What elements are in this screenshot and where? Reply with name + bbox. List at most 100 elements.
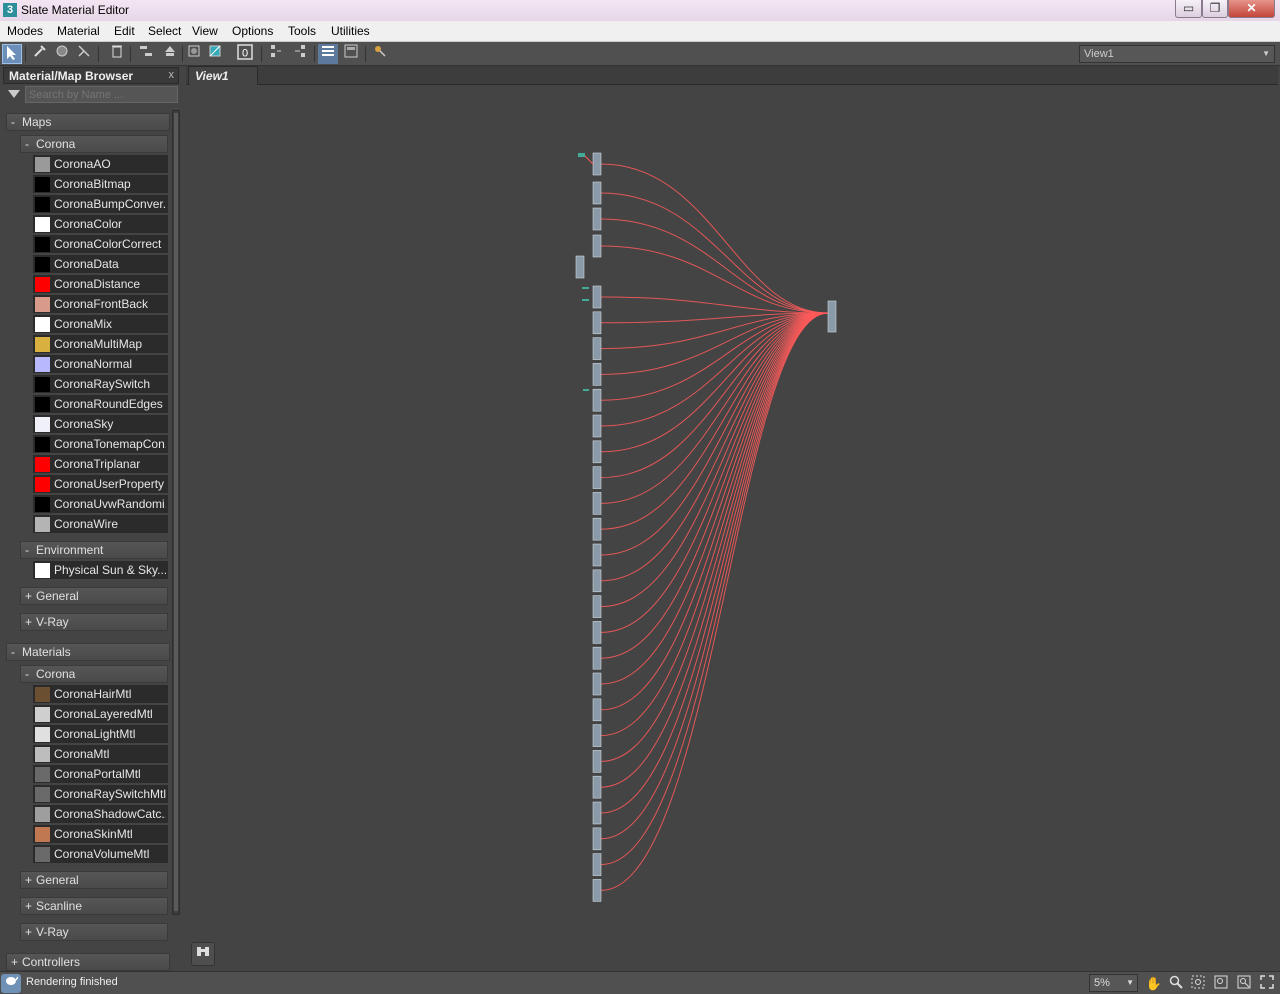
map-node[interactable]	[592, 672, 602, 696]
list-item[interactable]: CoronaLayeredMtl	[33, 705, 168, 724]
list-item[interactable]: CoronaRaySwitch	[33, 375, 168, 394]
connection-wire[interactable]	[600, 218, 829, 314]
menu-edit[interactable]: Edit	[114, 24, 135, 38]
list-item[interactable]: CoronaTriplanar	[33, 455, 168, 474]
layout-all-icon[interactable]	[266, 44, 286, 64]
map-node[interactable]	[592, 775, 602, 799]
map-node[interactable]	[592, 827, 602, 851]
map-node[interactable]	[592, 750, 602, 773]
map-node[interactable]	[578, 153, 585, 157]
connection-wire[interactable]	[600, 163, 829, 314]
connection-wire[interactable]	[600, 312, 829, 556]
list-item[interactable]: CoronaHairMtl	[33, 685, 168, 704]
move-children-icon[interactable]	[136, 44, 156, 64]
list-item[interactable]: CoronaShadowCatc...	[33, 805, 168, 824]
menu-select[interactable]: Select	[148, 24, 181, 38]
select-by-material-icon[interactable]	[370, 44, 390, 64]
list-item[interactable]: CoronaSky	[33, 415, 168, 434]
list-item[interactable]: CoronaData	[33, 255, 168, 274]
connection-wire[interactable]	[600, 192, 829, 314]
map-node[interactable]	[592, 621, 602, 644]
layout-children-icon[interactable]	[290, 44, 310, 64]
view-selector-dropdown[interactable]: View1 ▼	[1079, 45, 1275, 63]
map-node[interactable]	[592, 698, 602, 722]
connection-wire[interactable]	[600, 312, 829, 814]
parameter-editor-toggle-icon[interactable]	[341, 44, 361, 64]
eyedropper-icon[interactable]	[30, 44, 50, 64]
zoom-dropdown[interactable]: 5% ▼	[1089, 974, 1138, 992]
connection-wire[interactable]	[600, 312, 829, 633]
tab-view1[interactable]: View1	[188, 66, 258, 85]
category-maps-corona[interactable]: - Corona	[20, 135, 168, 153]
map-node[interactable]	[592, 207, 602, 231]
delete-icon[interactable]	[107, 44, 127, 64]
maximize-button[interactable]: ❐	[1202, 0, 1228, 18]
category-materials-corona-toggle[interactable]: -	[25, 666, 29, 682]
zoom-region-icon[interactable]	[1189, 975, 1207, 993]
assign-material-icon[interactable]	[74, 44, 94, 64]
search-by-name-input[interactable]	[25, 86, 178, 103]
map-node[interactable]	[592, 440, 602, 464]
browser-options-dropdown-icon[interactable]	[8, 90, 20, 98]
map-node[interactable]	[592, 879, 602, 902]
map-node[interactable]	[592, 595, 602, 618]
map-node[interactable]	[592, 543, 602, 567]
list-item[interactable]: CoronaTonemapCon...	[33, 435, 168, 454]
list-item[interactable]: CoronaBitmap	[33, 175, 168, 194]
list-item[interactable]: CoronaSkinMtl	[33, 825, 168, 844]
map-node[interactable]	[592, 285, 602, 309]
list-item[interactable]: CoronaMix	[33, 315, 168, 334]
list-item[interactable]: CoronaPortalMtl	[33, 765, 168, 784]
category-controllers-toggle[interactable]: +	[11, 954, 18, 970]
list-item[interactable]: CoronaUserProperty	[33, 475, 168, 494]
maximize-view-icon[interactable]	[1258, 975, 1276, 993]
category-maps-corona-toggle[interactable]: -	[25, 136, 29, 152]
category-environment-toggle[interactable]: -	[25, 542, 29, 558]
category-materials-toggle[interactable]: -	[11, 644, 15, 660]
browser-scrollbar[interactable]	[172, 110, 180, 915]
browser-close-icon[interactable]: x	[169, 69, 175, 81]
map-node[interactable]	[592, 337, 602, 360]
scrollbar-thumb[interactable]	[174, 113, 178, 911]
menu-material[interactable]: Material	[57, 24, 100, 38]
menu-utilities[interactable]: Utilities	[331, 24, 370, 38]
map-node[interactable]	[592, 724, 602, 747]
connection-wire[interactable]	[600, 312, 829, 659]
category-maps-toggle[interactable]: -	[11, 114, 15, 130]
category-materials-scanline[interactable]: + Scanline	[20, 897, 168, 915]
list-item[interactable]: CoronaRoundEdges	[33, 395, 168, 414]
menu-modes[interactable]: Modes	[7, 24, 43, 38]
connection-wire[interactable]	[600, 312, 829, 866]
map-node[interactable]	[592, 234, 602, 258]
material-node[interactable]	[827, 300, 837, 333]
list-item[interactable]: CoronaUvwRandomi...	[33, 495, 168, 514]
map-node[interactable]	[592, 492, 602, 515]
connection-wire[interactable]	[600, 245, 829, 314]
category-maps[interactable]: - Maps	[6, 113, 170, 131]
show-background-icon[interactable]	[205, 44, 225, 64]
map-node[interactable]	[592, 466, 602, 489]
map-node[interactable]	[592, 414, 602, 438]
category-maps-vray-toggle[interactable]: +	[25, 614, 32, 630]
map-node[interactable]	[592, 311, 602, 335]
category-maps-vray[interactable]: + V-Ray	[20, 613, 168, 631]
minimize-button[interactable]: ▭	[1175, 0, 1202, 18]
menu-tools[interactable]: Tools	[288, 24, 316, 38]
category-materials-vray[interactable]: + V-Ray	[20, 923, 168, 941]
zoom-extents-icon[interactable]	[1212, 975, 1230, 993]
connection-wire[interactable]	[600, 312, 829, 608]
map-node[interactable]	[592, 388, 602, 412]
list-item[interactable]: CoronaDistance	[33, 275, 168, 294]
menu-options[interactable]: Options	[232, 24, 273, 38]
list-item[interactable]: CoronaNormal	[33, 355, 168, 374]
list-item[interactable]: CoronaWire	[33, 515, 168, 534]
connection-wire[interactable]	[584, 155, 594, 165]
select-tool-icon[interactable]	[2, 44, 22, 64]
connection-wire[interactable]	[600, 312, 829, 685]
category-materials-general-toggle[interactable]: +	[25, 872, 32, 888]
category-materials-vray-toggle[interactable]: +	[25, 924, 32, 940]
list-item[interactable]: CoronaVolumeMtl	[33, 845, 168, 864]
pan-hand-icon[interactable]: ✋	[1145, 975, 1163, 993]
list-item[interactable]: CoronaColor	[33, 215, 168, 234]
put-material-to-scene-icon[interactable]	[52, 44, 72, 64]
